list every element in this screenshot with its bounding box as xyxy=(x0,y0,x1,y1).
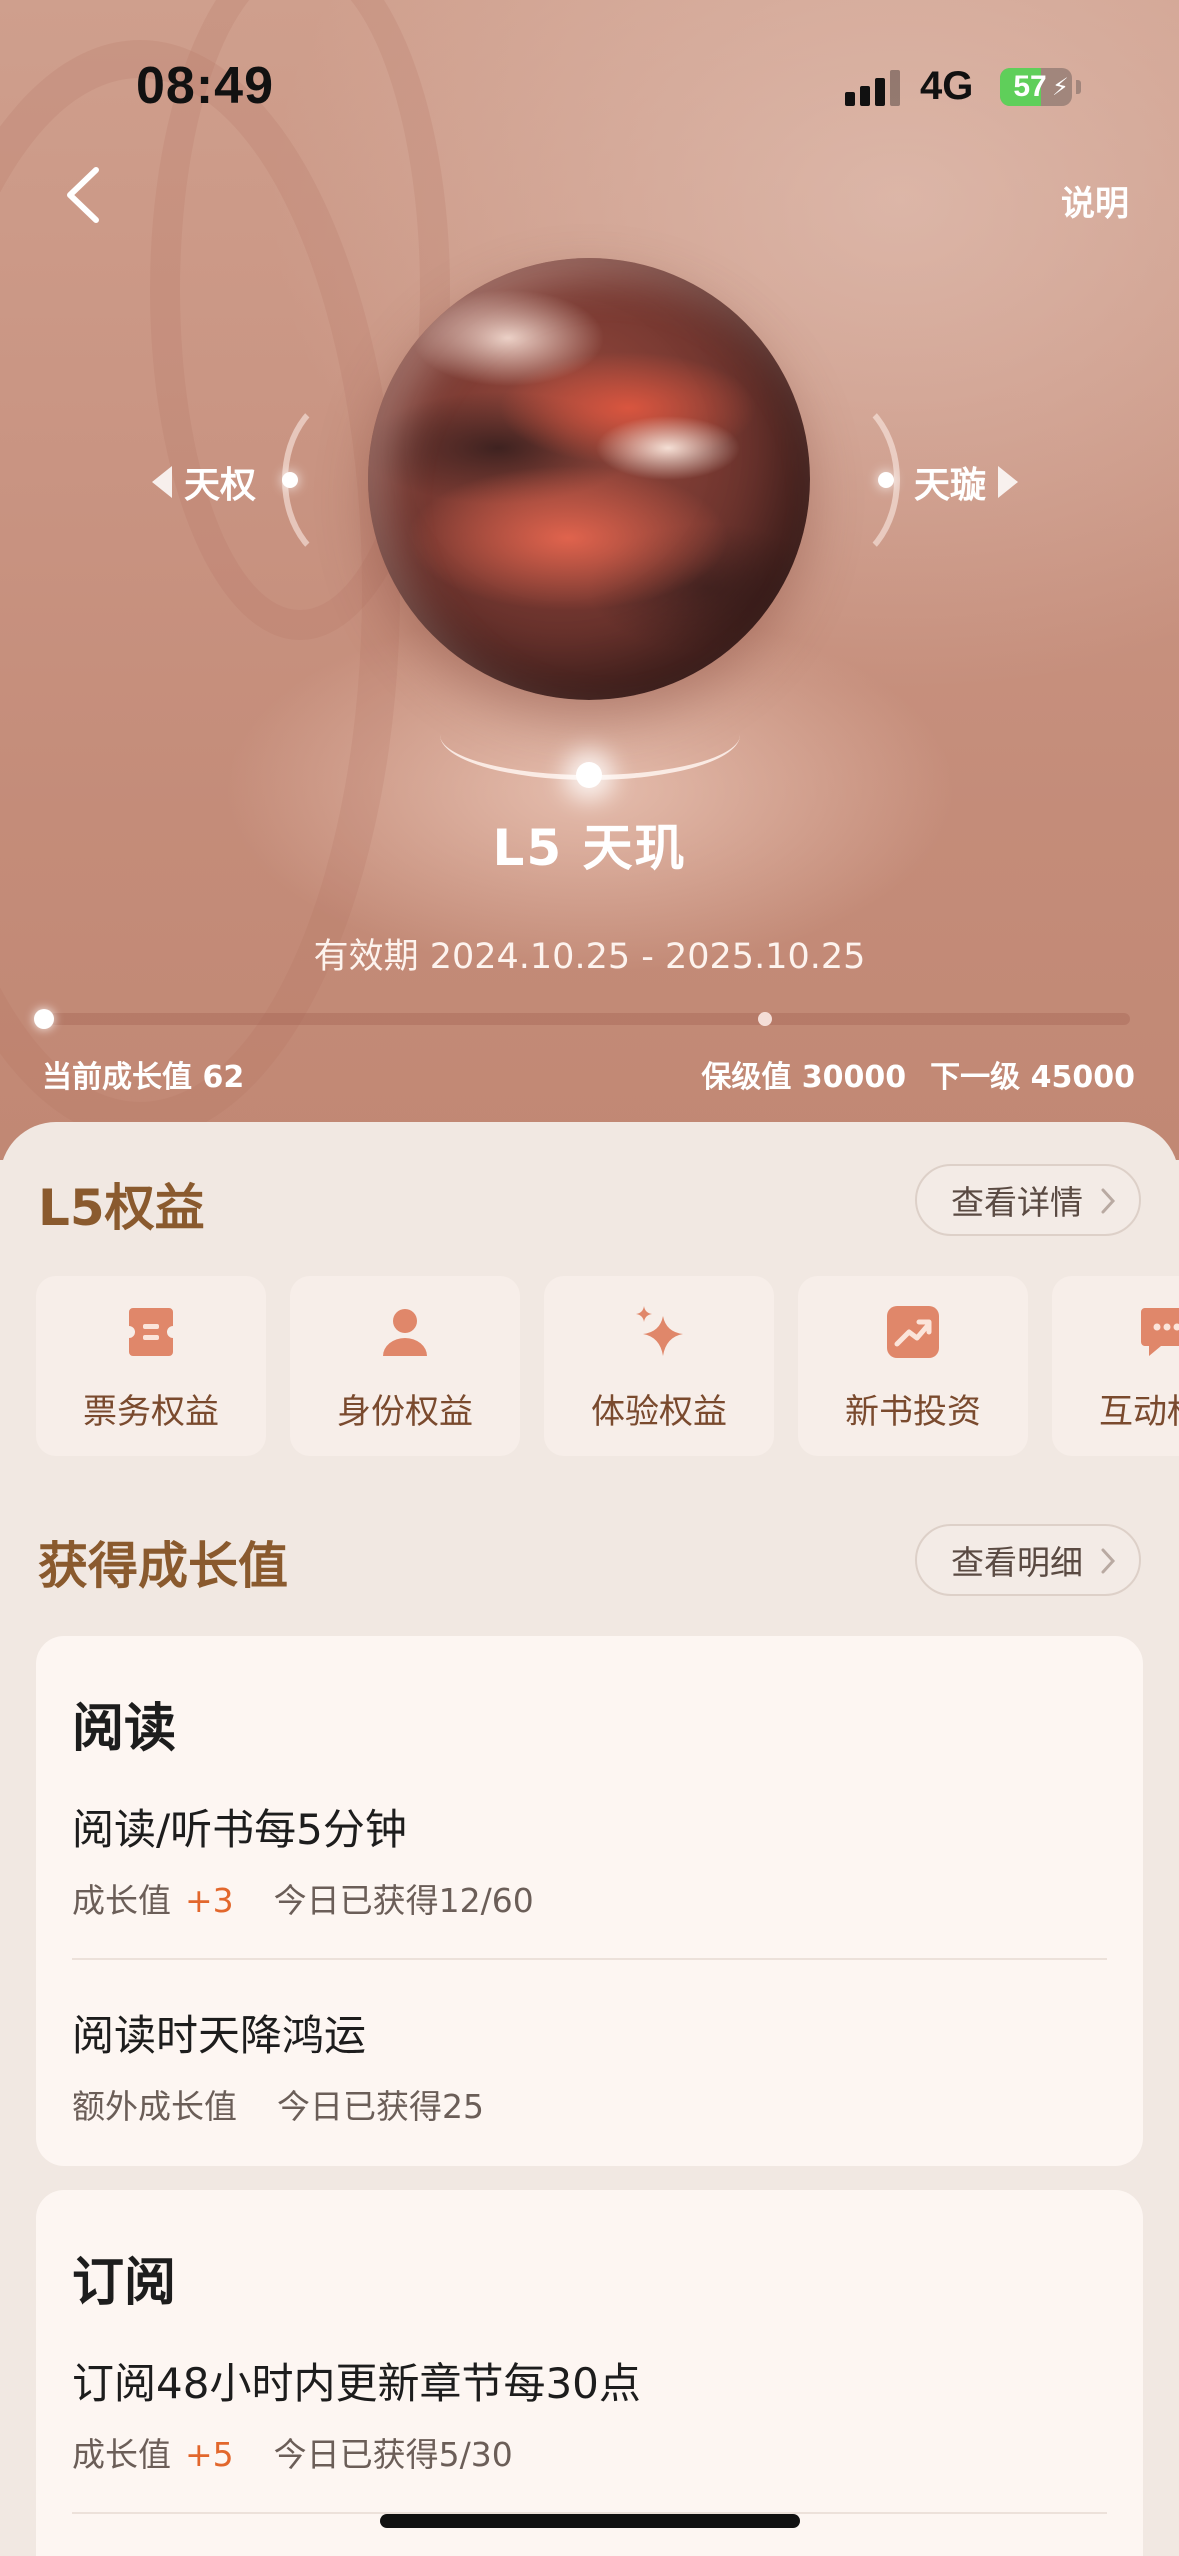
chevron-left-icon xyxy=(67,167,99,223)
cellular-signal-icon xyxy=(845,70,905,106)
task-name: 阅读/听书每5分钟 xyxy=(72,1805,407,1854)
next-level-label: 天璇 xyxy=(914,465,987,506)
status-bar: 08:49 4G 57 ⚡ xyxy=(0,0,1179,150)
keep-level-value: 保级值 30000 xyxy=(701,1060,907,1095)
chevron-right-icon xyxy=(998,466,1019,498)
next-level-dot xyxy=(878,472,894,488)
orb-spark xyxy=(576,762,602,788)
view-benefit-details-button[interactable]: 查看详情 xyxy=(915,1164,1141,1236)
reward-value: +5 xyxy=(185,2435,234,2474)
home-indicator[interactable] xyxy=(380,2514,800,2528)
reward-label: 成长值 xyxy=(72,2435,171,2474)
level-orb-image xyxy=(368,258,810,700)
chevron-right-icon xyxy=(1101,1548,1116,1574)
reward-label: 成长值 xyxy=(72,1881,171,1920)
chat-icon xyxy=(1141,1308,1179,1356)
task-meta: 成长值 +3 今日已获得12/60 xyxy=(72,1874,534,1922)
task-progress: 今日已获得5/30 xyxy=(273,2435,513,2474)
progress-current-marker xyxy=(34,1009,54,1029)
battery-icon: 57 ⚡ xyxy=(1000,68,1072,106)
divider xyxy=(72,1958,1107,1960)
person-icon xyxy=(383,1309,427,1356)
growth-thresholds: 保级值 30000 下一级 45000 xyxy=(701,1052,1135,1096)
task-meta: 额外成长值 今日已获得25 xyxy=(72,2080,484,2128)
chevron-right-icon xyxy=(1101,1188,1116,1214)
reading-task-card: 阅读 阅读/听书每5分钟 成长值 +3 今日已获得12/60 阅读时天降鸿运 额… xyxy=(36,1636,1143,2166)
battery-cap xyxy=(1076,80,1081,94)
task-progress: 今日已获得12/60 xyxy=(273,1881,534,1920)
benefit-identity[interactable]: 身份权益 xyxy=(290,1276,520,1456)
benefit-label: 体验权益 xyxy=(591,1392,727,1432)
benefit-label: 互动权益 xyxy=(1099,1392,1179,1432)
current-level-title: L5 天玑 xyxy=(492,819,687,877)
benefit-label: 身份权益 xyxy=(337,1392,473,1432)
card-title: 订阅 xyxy=(72,2253,177,2313)
level-hero: 08:49 4G 57 ⚡ 说明 天权 天璇 L5 天玑 有效期 2024.10… xyxy=(0,0,1179,1160)
benefit-experience[interactable]: 体验权益 xyxy=(544,1276,774,1456)
prev-level-button[interactable]: 天权 xyxy=(150,456,256,508)
card-title: 阅读 xyxy=(72,1699,177,1759)
prev-level-label: 天权 xyxy=(184,465,257,506)
current-growth-value: 当前成长值 62 xyxy=(42,1060,245,1095)
prev-level-dot xyxy=(282,472,298,488)
task-meta: 成长值 +5 今日已获得5/30 xyxy=(72,2428,513,2476)
network-type: 4G xyxy=(920,64,974,108)
next-level-value: 下一级 45000 xyxy=(930,1060,1135,1095)
reward-label: 额外成长值 xyxy=(72,2087,237,2126)
benefit-interaction[interactable]: 互动权益 xyxy=(1052,1276,1179,1456)
view-details-label: 查看详情 xyxy=(951,1183,1083,1222)
battery-percent: 57 xyxy=(1013,70,1047,103)
benefit-label: 票务权益 xyxy=(83,1392,219,1432)
reward-value: +3 xyxy=(185,1881,234,1920)
benefit-ticket[interactable]: 票务权益 xyxy=(36,1276,266,1456)
back-button[interactable] xyxy=(56,160,112,230)
task-progress: 今日已获得25 xyxy=(277,2087,484,2126)
growth-progress-bar xyxy=(42,1013,1130,1025)
trend-icon xyxy=(887,1306,939,1358)
task-name: 订阅48小时内更新章节每30点 xyxy=(72,2359,641,2408)
benefit-new-book-invest[interactable]: 新书投资 xyxy=(798,1276,1028,1456)
benefits-title: L5权益 xyxy=(38,1179,205,1237)
chevron-left-icon xyxy=(152,466,172,498)
task-name: 阅读时天降鸿运 xyxy=(72,2011,367,2060)
subscription-task-card: 订阅 订阅48小时内更新章节每30点 成长值 +5 今日已获得5/30 xyxy=(36,2190,1143,2556)
help-link[interactable]: 说明 xyxy=(1061,176,1129,225)
validity-period: 有效期 2024.10.25 - 2025.10.25 xyxy=(313,937,866,977)
earn-growth-title: 获得成长值 xyxy=(38,1537,288,1595)
view-growth-records-button[interactable]: 查看明细 xyxy=(915,1524,1141,1596)
sparkle-icon xyxy=(636,1306,683,1356)
benefits-list[interactable]: 票务权益 身份权益 体验权益 新书投资 互动权益 xyxy=(36,1276,1179,1456)
progress-keep-marker xyxy=(758,1012,772,1026)
ticket-icon xyxy=(129,1308,173,1356)
view-records-label: 查看明细 xyxy=(951,1543,1083,1582)
benefit-label: 新书投资 xyxy=(845,1392,981,1432)
next-level-button[interactable]: 天璇 xyxy=(914,456,1020,508)
status-time: 08:49 xyxy=(136,57,274,115)
charging-bolt-icon: ⚡ xyxy=(1052,73,1069,101)
